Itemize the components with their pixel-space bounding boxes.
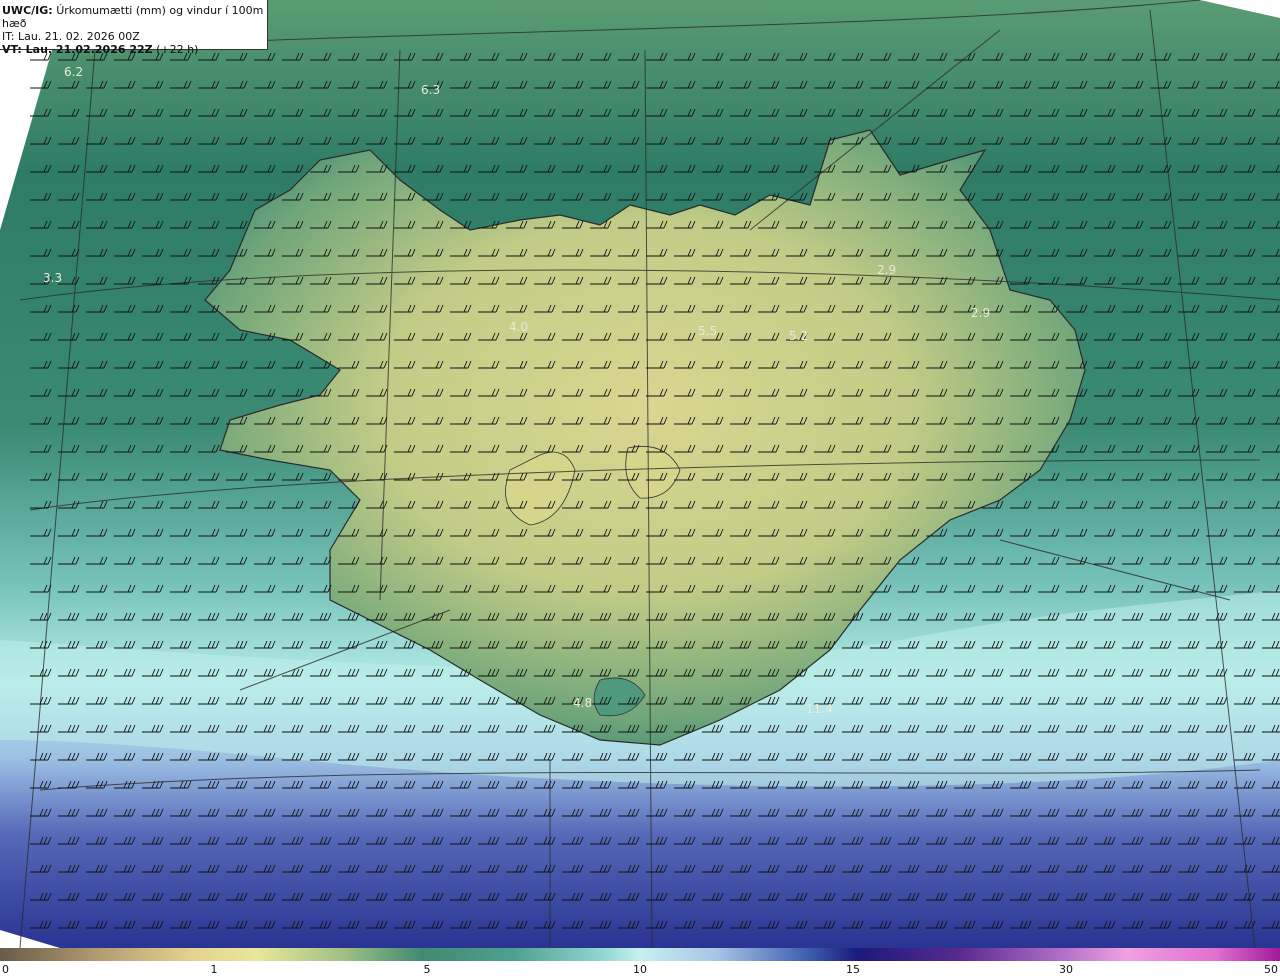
map-label: 5.5 [698,324,717,338]
map-label: 2.9 [971,306,990,320]
initial-time: IT: Lau. 21. 02. 2026 00Z [2,30,140,43]
map-header: UWC/IG: Úrkomumætti (mm) og vindur í 100… [0,0,268,56]
map-label: 2.9 [877,263,896,277]
colorbar-tick: 10 [633,963,647,976]
model-prefix: UWC/IG: [2,4,53,17]
colorbar-tick: 50 [1264,963,1278,976]
colorbar-tick: 0 [2,963,9,976]
map-label: 11.4 [806,702,833,716]
valid-time-value: VT: Lau. 21.02.2026 22Z [2,43,153,56]
map-label: 6.2 [64,65,83,79]
valid-time-offset: (+22 h) [156,43,199,56]
map-label: 4.8 [573,696,592,710]
colorbar-tick: 1 [210,963,218,976]
forecast-map[interactable]: 6.2 6.3 3.3 4.0 5.5 5.2 2.9 2.9 4.8 11.4 [0,0,1280,948]
colorbar-tick: 15 [846,963,860,976]
map-label: 4.0 [509,320,528,334]
valid-time: VT: Lau. 21.02.2026 22Z (+22 h) [2,43,267,56]
colorbar-tick: 5 [423,963,431,976]
map-title: UWC/IG: Úrkomumætti (mm) og vindur í 100… [2,4,267,30]
map-label: 5.2 [789,329,808,343]
colorbar: 0 1 5 10 15 30 50 [0,948,1280,978]
colorbar-tick: 30 [1059,963,1073,976]
map-label: 6.3 [421,83,440,97]
map-label: 3.3 [43,271,62,285]
colorbar-strip [0,948,1280,961]
